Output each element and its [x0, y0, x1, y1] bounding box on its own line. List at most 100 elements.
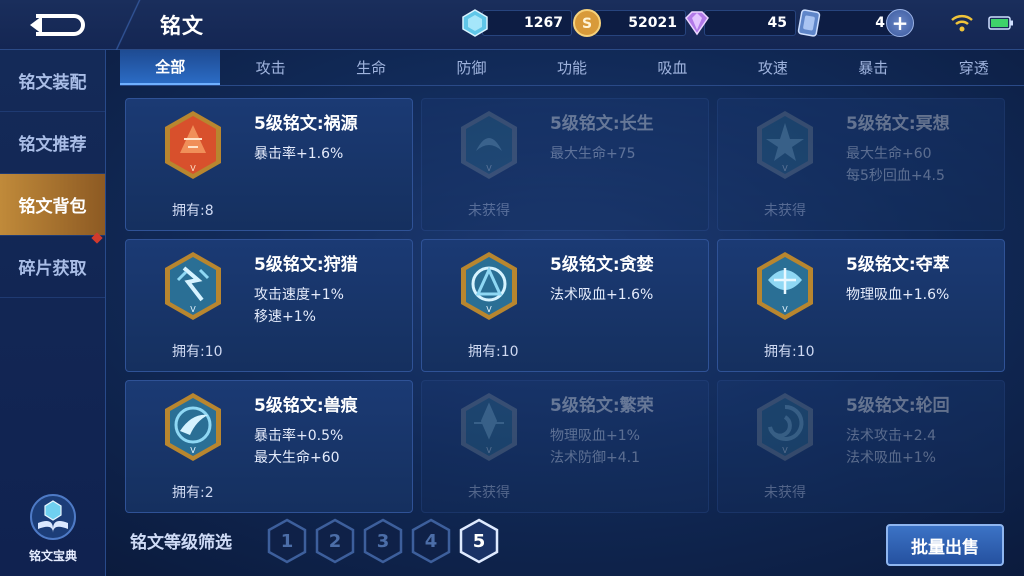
sidebar-item-rune-equip[interactable]: 铭文装配 [0, 50, 105, 112]
add-ticket-button[interactable]: + [886, 9, 914, 37]
tab-lifesteal[interactable]: 吸血 [622, 50, 722, 85]
tab-penetration[interactable]: 穿透 [924, 50, 1024, 85]
rune-stat: 暴击率+1.6% [254, 146, 344, 162]
rune-name: 5级铭文:轮回 [846, 396, 950, 416]
gold-coin-icon: S [573, 9, 601, 37]
sidebar-item-label: 铭文背包 [18, 197, 87, 217]
svg-text:V: V [486, 164, 492, 173]
status-icons [950, 14, 1014, 32]
rune-card-tanlan[interactable]: V 5级铭文:贪婪 法术吸血+1.6% 拥有:10 [421, 239, 709, 372]
rune-mingxiang-icon: V [757, 111, 813, 179]
level-number: 2 [328, 530, 342, 552]
level-filter-5[interactable]: 5 [458, 518, 500, 564]
plus-icon: + [891, 11, 909, 35]
rune-stat: 法术吸血+1% [846, 450, 936, 466]
rune-stat: 物理吸血+1% [550, 428, 640, 444]
svg-text:V: V [486, 446, 492, 455]
crystal-gem-icon [462, 9, 488, 37]
rune-name: 5级铭文:兽痕 [254, 396, 358, 416]
top-bar: 铭文 1267 S 52021 45 4 + [0, 0, 1024, 50]
rune-grid: V 5级铭文:祸源 暴击率+1.6% 拥有:8 V 5级铭文:长生 最大生命+7… [125, 98, 1005, 513]
level-number: 5 [472, 530, 486, 552]
sidebar-item-rune-recommend[interactable]: 铭文推荐 [0, 112, 105, 174]
rune-duocui-icon: V [757, 252, 813, 320]
rune-shoulie-icon: V [165, 252, 221, 320]
rune-lunhui-icon: V [757, 393, 813, 461]
tab-critical[interactable]: 暴击 [823, 50, 923, 85]
level-number: 4 [424, 530, 438, 552]
rune-codex-button[interactable]: 铭文宝典 [20, 493, 86, 564]
back-arrow-icon [30, 14, 85, 36]
rune-shouhen-icon: V [165, 393, 221, 461]
svg-text:V: V [190, 446, 196, 455]
rune-card-lunhui[interactable]: V 5级铭文:轮回 法术攻击+2.4 法术吸血+1% 未获得 [717, 380, 1005, 513]
rune-stat: 最大生命+75 [550, 146, 636, 162]
rune-stat: 最大生命+60 [254, 450, 340, 466]
rune-huoyuan-icon: V [165, 111, 221, 179]
rune-owned-count: 未获得 [468, 485, 510, 501]
rune-codex-label: 铭文宝典 [28, 549, 77, 563]
rune-name: 5级铭文:祸源 [254, 114, 358, 134]
svg-text:V: V [190, 305, 196, 314]
category-tabs: 全部 攻击 生命 防御 功能 吸血 攻速 暴击 穿透 [120, 50, 1024, 86]
rune-changsheng-icon: V [461, 111, 517, 179]
tab-attack[interactable]: 攻击 [220, 50, 320, 85]
battery-icon [988, 16, 1013, 30]
level-filter-1[interactable]: 1 [266, 518, 308, 564]
rune-card-changsheng[interactable]: V 5级铭文:长生 最大生命+75 未获得 [421, 98, 709, 231]
rune-name: 5级铭文:狩猎 [254, 255, 358, 275]
rune-name: 5级铭文:冥想 [846, 114, 950, 134]
title-separator [108, 0, 148, 50]
rune-card-shoulie[interactable]: V 5级铭文:狩猎 攻击速度+1% 移速+1% 拥有:10 [125, 239, 413, 372]
rune-card-mingxiang[interactable]: V 5级铭文:冥想 最大生命+60 每5秒回血+4.5 未获得 [717, 98, 1005, 231]
svg-text:V: V [486, 305, 492, 314]
tab-all[interactable]: 全部 [120, 50, 221, 85]
rune-owned-count: 未获得 [468, 203, 510, 219]
crystal-count: 1267 [482, 10, 572, 36]
book-icon [30, 494, 76, 540]
rune-card-shouhen[interactable]: V 5级铭文:兽痕 暴击率+0.5% 最大生命+60 拥有:2 [125, 380, 413, 513]
rune-stat: 攻击速度+1% [254, 287, 344, 303]
rune-card-huoyuan[interactable]: V 5级铭文:祸源 暴击率+1.6% 拥有:8 [125, 98, 413, 231]
sidebar-item-rune-bag[interactable]: 铭文背包 [0, 174, 105, 236]
rune-fanrong-icon: V [461, 393, 517, 461]
rune-stat: 法术攻击+2.4 [846, 428, 936, 444]
rune-stat: 法术防御+4.1 [550, 450, 640, 466]
rune-card-duocui[interactable]: V 5级铭文:夺萃 物理吸血+1.6% 拥有:10 [717, 239, 1005, 372]
rune-name: 5级铭文:长生 [550, 114, 654, 134]
level-filter-4[interactable]: 4 [410, 518, 452, 564]
tab-utility[interactable]: 功能 [522, 50, 622, 85]
rune-stat: 物理吸血+1.6% [846, 287, 950, 303]
sidebar-item-label: 铭文推荐 [18, 135, 87, 155]
svg-text:S: S [582, 16, 592, 32]
level-number: 1 [280, 530, 294, 552]
currency-gold: S 52021 [572, 8, 686, 38]
diamond-count: 45 [704, 10, 796, 36]
level-filter-2[interactable]: 2 [314, 518, 356, 564]
rune-stat: 每5秒回血+4.5 [846, 168, 945, 184]
rune-owned-count: 拥有:8 [172, 203, 214, 219]
rune-owned-count: 拥有:2 [172, 485, 214, 501]
sidebar: 铭文装配 铭文推荐 铭文背包 碎片获取 铭文宝典 [0, 50, 106, 576]
rune-name: 5级铭文:夺萃 [846, 255, 950, 275]
svg-text:V: V [782, 305, 788, 314]
tab-attack-speed[interactable]: 攻速 [723, 50, 823, 85]
tab-health[interactable]: 生命 [321, 50, 421, 85]
purple-diamond-icon [685, 11, 709, 36]
bulk-sell-button[interactable]: 批量出售 [886, 524, 1004, 566]
rune-name: 5级铭文:贪婪 [550, 255, 654, 275]
level-filter: 1 2 3 4 5 [266, 518, 500, 564]
level-filter-3[interactable]: 3 [362, 518, 404, 564]
rune-name: 5级铭文:繁荣 [550, 396, 654, 416]
ticket-count: 4 [875, 15, 885, 31]
ticket-card-icon [797, 9, 821, 37]
rune-stat: 暴击率+0.5% [254, 428, 344, 444]
rune-stat: 最大生命+60 [846, 146, 932, 162]
back-button[interactable] [20, 10, 100, 40]
tab-defense[interactable]: 防御 [421, 50, 521, 85]
rune-owned-count: 未获得 [764, 485, 806, 501]
sidebar-item-label: 铭文装配 [18, 73, 87, 93]
sidebar-item-fragment-obtain[interactable]: 碎片获取 [0, 232, 105, 298]
rune-card-fanrong[interactable]: V 5级铭文:繁荣 物理吸血+1% 法术防御+4.1 未获得 [421, 380, 709, 513]
rune-owned-count: 拥有:10 [764, 344, 815, 360]
